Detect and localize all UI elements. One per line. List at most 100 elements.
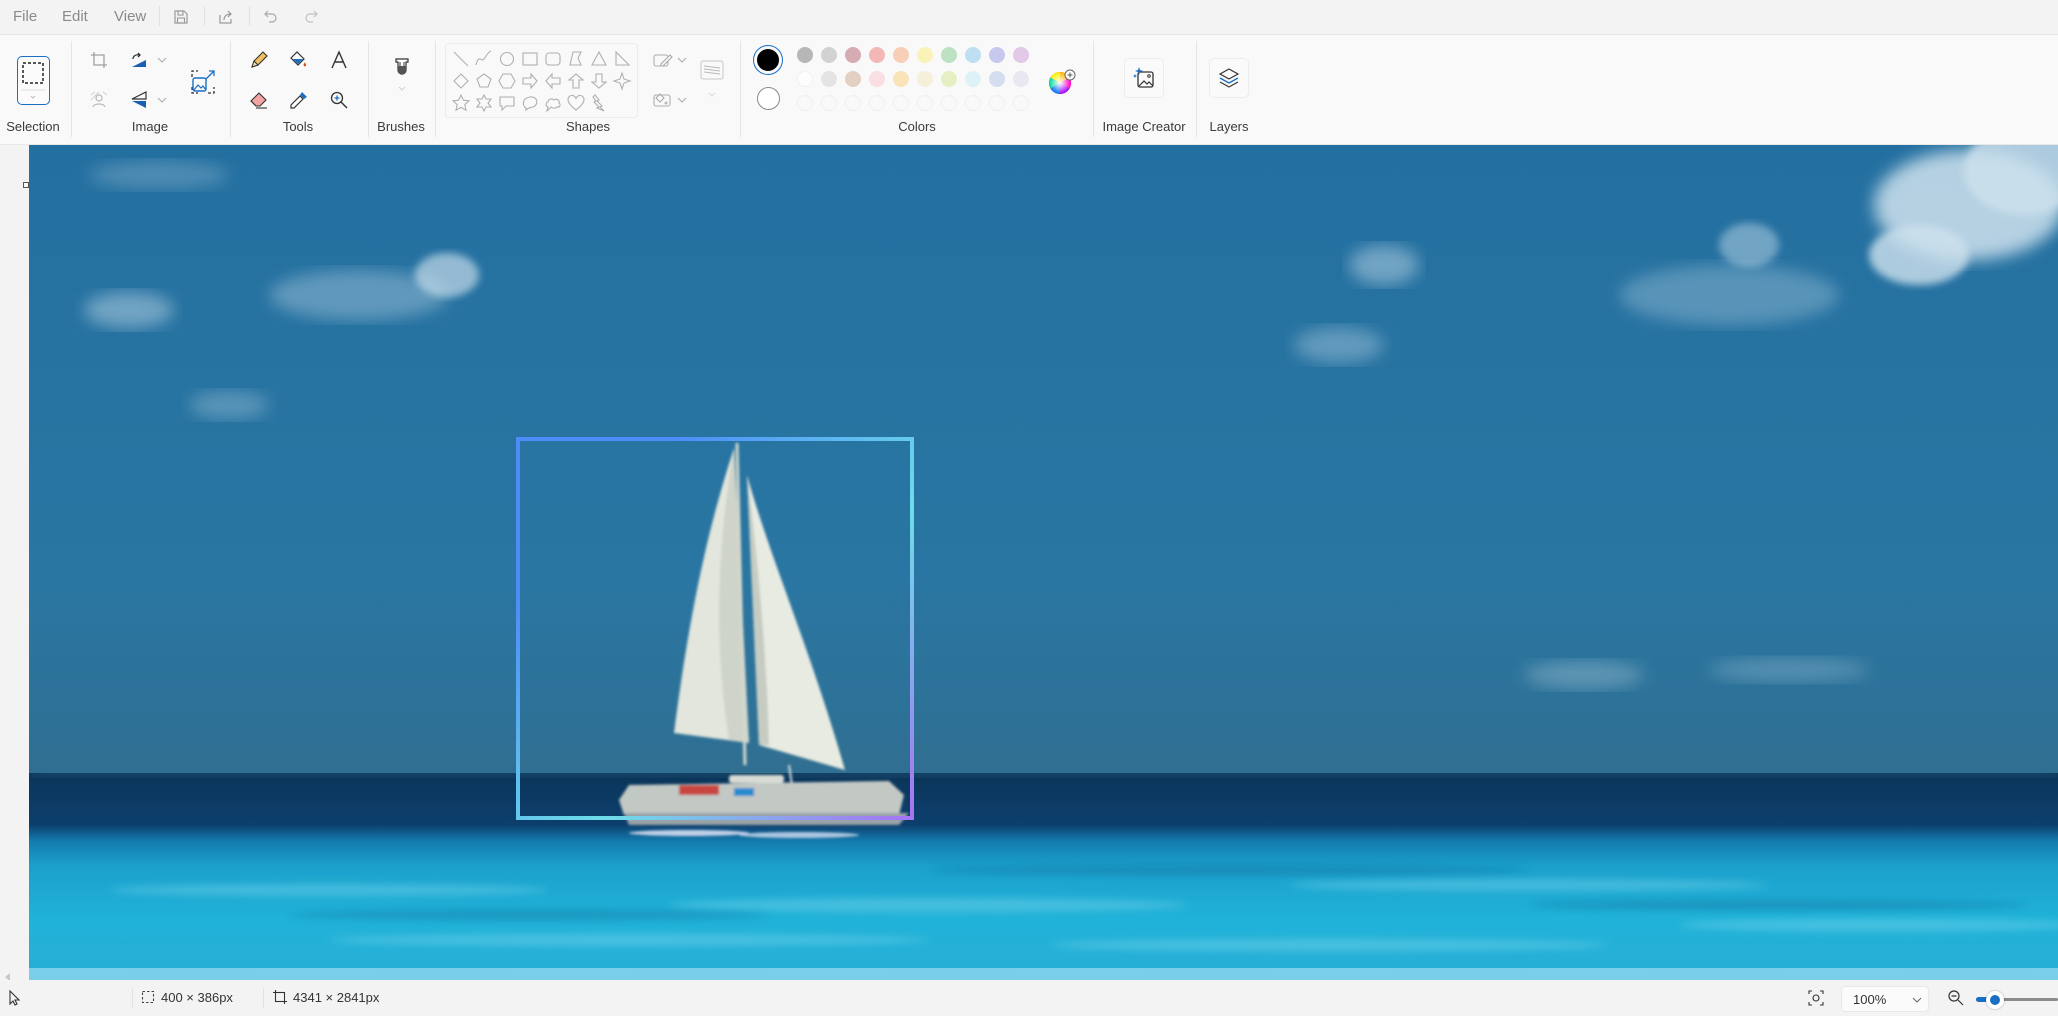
custom-color-slot[interactable] (941, 95, 957, 111)
remove-background-button[interactable] (84, 85, 114, 115)
color-swatch[interactable] (821, 47, 837, 63)
custom-color-slot[interactable] (1013, 95, 1029, 111)
scrollbar-track[interactable] (29, 968, 2058, 980)
color-swatch[interactable] (845, 47, 861, 63)
flip-dropdown[interactable] (156, 94, 168, 106)
cursor-icon (9, 989, 21, 1006)
zoom-out-button[interactable] (1947, 989, 1965, 1012)
resize-button[interactable] (186, 65, 220, 99)
fill-button[interactable] (284, 45, 314, 75)
divider (204, 6, 205, 26)
brushes-button[interactable] (387, 53, 417, 97)
custom-color-slot[interactable] (893, 95, 909, 111)
shape-arrow-up[interactable] (566, 71, 586, 91)
zoom-level-dropdown[interactable]: 100% (1841, 986, 1929, 1012)
color-swatch[interactable] (893, 71, 909, 87)
magnifier-button[interactable] (324, 85, 354, 115)
selection-button[interactable] (17, 56, 50, 105)
shape-triangle[interactable] (589, 49, 609, 69)
menu-view[interactable]: View (110, 6, 150, 27)
shape-outline-button[interactable] (648, 45, 678, 75)
shape-heart[interactable] (566, 93, 586, 113)
layers-button[interactable] (1209, 58, 1249, 98)
custom-color-slot[interactable] (869, 95, 885, 111)
shape-polygon[interactable] (566, 49, 586, 69)
shape-right-triangle[interactable] (612, 49, 632, 69)
shape-fill-button[interactable] (648, 85, 678, 115)
shape-rounded-rectangle[interactable] (543, 49, 563, 69)
shape-hexagon[interactable] (497, 71, 517, 91)
redo-button[interactable] (298, 4, 324, 30)
shape-lightning[interactable] (589, 93, 609, 113)
status-bar: 400 × 386px 4341 × 2841px 100% (0, 980, 2058, 1016)
canvas[interactable] (29, 145, 2058, 980)
shape-callout-rect[interactable] (497, 93, 517, 113)
color-swatch[interactable] (821, 71, 837, 87)
save-button[interactable] (168, 4, 194, 30)
shape-curve[interactable] (474, 49, 494, 69)
shape-line[interactable] (451, 49, 471, 69)
zoom-slider[interactable] (1976, 990, 2058, 1009)
menu-file[interactable]: File (9, 6, 41, 27)
eraser-button[interactable] (244, 85, 274, 115)
color-swatch[interactable] (893, 47, 909, 63)
color-swatch[interactable] (989, 71, 1005, 87)
color-swatch[interactable] (989, 47, 1005, 63)
star-five-icon (451, 93, 471, 112)
color-swatch[interactable] (845, 71, 861, 87)
divider (159, 6, 160, 26)
custom-color-slot[interactable] (845, 95, 861, 111)
color-swatch[interactable] (1013, 71, 1029, 87)
color-swatch[interactable] (917, 47, 933, 63)
shape-arrow-left[interactable] (543, 71, 563, 91)
menu-edit[interactable]: Edit (58, 6, 92, 27)
shape-star-five[interactable] (451, 93, 471, 113)
color-swatch[interactable] (941, 47, 957, 63)
custom-color-slot[interactable] (989, 95, 1005, 111)
color-swatch[interactable] (917, 71, 933, 87)
color-swatch[interactable] (797, 71, 813, 87)
shape-style-button[interactable] (697, 55, 727, 103)
color-picker-button[interactable] (284, 85, 314, 115)
fill-dropdown[interactable] (676, 94, 688, 106)
text-button[interactable] (324, 45, 354, 75)
shape-callout-cloud[interactable] (543, 93, 563, 113)
color-swatch[interactable] (869, 47, 885, 63)
color-swatch[interactable] (1013, 47, 1029, 63)
fit-to-window-button[interactable] (1808, 990, 1826, 1008)
shape-star-four[interactable] (612, 71, 632, 91)
color-swatch[interactable] (941, 71, 957, 87)
scroll-left-button[interactable] (3, 969, 15, 981)
outline-dropdown[interactable] (676, 54, 688, 66)
shape-callout-oval[interactable] (520, 93, 540, 113)
shape-arrow-down[interactable] (589, 71, 609, 91)
rotate-dropdown[interactable] (156, 54, 168, 66)
custom-color-slot[interactable] (797, 95, 813, 111)
shape-diamond[interactable] (451, 71, 471, 91)
shape-star-six[interactable] (474, 93, 494, 113)
shape-arrow-right[interactable] (520, 71, 540, 91)
rotate-button[interactable] (124, 45, 154, 75)
crop-button[interactable] (84, 45, 114, 75)
pencil-button[interactable] (244, 45, 274, 75)
share-button[interactable] (213, 4, 239, 30)
image-creator-button[interactable] (1124, 58, 1164, 98)
custom-color-slot[interactable] (965, 95, 981, 111)
color-swatch[interactable] (965, 71, 981, 87)
horizontal-scrollbar[interactable] (0, 968, 2058, 981)
color-swatch[interactable] (797, 47, 813, 63)
edit-colors-button[interactable] (1048, 68, 1076, 94)
color-swatch[interactable] (869, 71, 885, 87)
secondary-color-button[interactable] (757, 87, 780, 110)
undo-button[interactable] (258, 4, 284, 30)
custom-color-slot[interactable] (917, 95, 933, 111)
color-swatch[interactable] (965, 47, 981, 63)
shape-pentagon[interactable] (474, 71, 494, 91)
selection-rectangle[interactable] (516, 437, 914, 820)
zoom-slider-thumb[interactable] (1985, 991, 2004, 1009)
shape-rectangle[interactable] (520, 49, 540, 69)
flip-button[interactable] (124, 85, 154, 115)
primary-color-button[interactable] (753, 45, 783, 75)
shape-oval[interactable] (497, 49, 517, 69)
custom-color-slot[interactable] (821, 95, 837, 111)
